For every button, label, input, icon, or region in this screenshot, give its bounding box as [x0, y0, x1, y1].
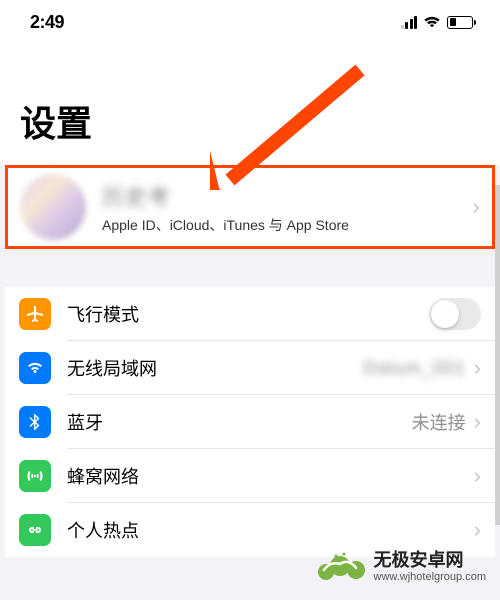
user-name: 历史考: [102, 180, 465, 212]
apple-id-subtitle: Apple ID、iCloud、iTunes 与 App Store: [102, 215, 465, 235]
cellular-icon: [19, 460, 51, 492]
status-time: 2:49: [30, 12, 64, 33]
chevron-right-icon: ›: [474, 409, 481, 435]
battery-icon: [447, 16, 476, 29]
row-bluetooth[interactable]: 蓝牙 未连接 ›: [5, 395, 495, 449]
watermark: 无极安卓网 www.wjhotelgroup.com: [318, 548, 487, 586]
row-airplane[interactable]: 飞行模式: [5, 287, 495, 341]
page-title: 设置: [0, 95, 500, 165]
settings-list: 飞行模式 无线局域网 Datum_001 › 蓝牙 未连接 › 蜂窝网络 › 个…: [5, 287, 495, 557]
scrollbar-edge: [495, 185, 500, 525]
bluetooth-icon: [19, 406, 51, 438]
row-detail: 未连接: [412, 409, 466, 435]
wifi-settings-icon: [19, 352, 51, 384]
hotspot-icon: [19, 514, 51, 546]
chevron-right-icon: ›: [474, 517, 481, 543]
wifi-icon: [423, 15, 441, 29]
watermark-name: 无极安卓网: [374, 551, 487, 571]
avatar: [20, 174, 86, 240]
chevron-right-icon: ›: [473, 194, 480, 220]
status-bar: 2:49: [0, 0, 500, 40]
watermark-url: www.wjhotelgroup.com: [374, 571, 487, 583]
row-label: 蓝牙: [67, 409, 412, 435]
row-label: 无线局域网: [67, 355, 364, 381]
chevron-right-icon: ›: [474, 463, 481, 489]
row-cellular[interactable]: 蜂窝网络 ›: [5, 449, 495, 503]
status-icons: [399, 15, 476, 29]
airplane-toggle[interactable]: [429, 298, 481, 330]
row-label: 蜂窝网络: [67, 463, 466, 489]
watermark-logo-icon: [318, 548, 366, 586]
row-detail: Datum_001: [364, 358, 466, 379]
row-label: 个人热点: [67, 517, 466, 543]
row-wifi[interactable]: 无线局域网 Datum_001 ›: [5, 341, 495, 395]
airplane-icon: [19, 298, 51, 330]
chevron-right-icon: ›: [474, 355, 481, 381]
signal-icon: [399, 15, 417, 29]
row-label: 飞行模式: [67, 301, 429, 327]
apple-id-row[interactable]: 历史考 Apple ID、iCloud、iTunes 与 App Store ›: [5, 165, 495, 249]
